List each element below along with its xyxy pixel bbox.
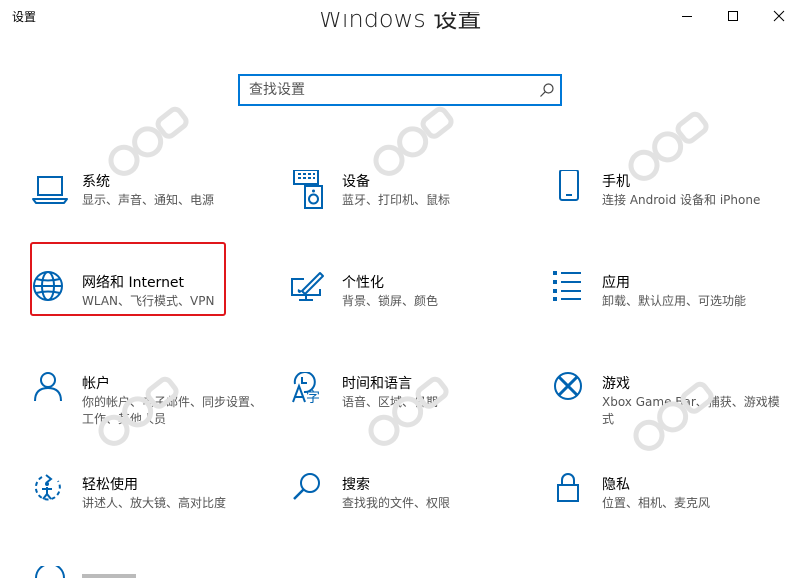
tile-description: 卸载、默认应用、可选功能: [602, 294, 747, 308]
tile-title: 搜索: [342, 477, 370, 493]
tile-title: 应用: [602, 275, 630, 291]
tile-description: 显示、声音、通知、电源: [82, 193, 215, 207]
tile-description: Xbox Game Bar、捕获、游戏模式: [602, 395, 780, 426]
devices-icon: [293, 170, 323, 209]
settings-tile-time-language[interactable]: 字 时间和语言 语音、区域、日期: [290, 372, 530, 442]
settings-tile-apps[interactable]: 应用 卸载、默认应用、可选功能: [550, 271, 790, 341]
time-language-icon: 字: [292, 372, 320, 406]
tile-title: 个性化: [342, 275, 384, 291]
tile-description: 背景、锁屏、颜色: [342, 294, 439, 308]
tile-title: 手机: [602, 174, 630, 190]
tile-title: 游戏: [602, 376, 630, 392]
tile-description: 你的帐户、电子邮件、同步设置、工作、其他人员: [82, 395, 263, 426]
settings-tile-search[interactable]: 搜索 查找我的文件、权限: [290, 473, 530, 543]
ease-of-access-icon: [34, 474, 61, 501]
settings-tile-privacy[interactable]: 隐私 位置、相机、麦克风: [550, 473, 790, 543]
settings-tile-personalization[interactable]: 个性化 背景、锁屏、颜色: [290, 271, 530, 341]
partial-tile-title: [82, 566, 142, 586]
svg-text:字: 字: [306, 390, 320, 406]
search-icon: [293, 473, 320, 500]
tile-title: 隐私: [602, 477, 630, 493]
settings-tile-phone[interactable]: 手机 连接 Android 设备和 iPhone: [550, 170, 790, 240]
tile-title: 轻松使用: [82, 477, 138, 493]
settings-tile-accounts[interactable]: 帐户 你的帐户、电子邮件、同步设置、工作、其他人员: [30, 372, 270, 442]
settings-tile-devices[interactable]: 设备 蓝牙、打印机、鼠标: [290, 170, 530, 240]
page-heading: Windows 设置: [0, 12, 800, 38]
tile-description: 讲述人、放大镜、高对比度: [82, 496, 227, 510]
settings-tile-ease-of-access[interactable]: 轻松使用 讲述人、放大镜、高对比度: [30, 473, 270, 543]
page-heading-text: Windows 设置: [318, 12, 482, 33]
person-icon: [34, 372, 62, 402]
xbox-icon: [554, 372, 582, 400]
tile-title: 时间和语言: [342, 376, 412, 392]
personalization-icon: [291, 272, 324, 301]
settings-tile-gaming[interactable]: 游戏 Xbox Game Bar、捕获、游戏模式: [550, 372, 790, 442]
tile-title: 帐户: [82, 376, 110, 392]
tile-description: 连接 Android 设备和 iPhone: [602, 193, 761, 207]
laptop-icon: [32, 176, 68, 204]
highlight-frame: [30, 242, 226, 316]
tile-description: 语音、区域、日期: [342, 395, 439, 409]
tile-description: 位置、相机、麦克风: [602, 496, 711, 510]
tile-description: 蓝牙、打印机、鼠标: [342, 193, 451, 207]
tile-title: 设备: [342, 174, 370, 190]
tile-description: 查找我的文件、权限: [342, 496, 451, 510]
settings-tile-system[interactable]: 系统 显示、声音、通知、电源: [30, 170, 270, 240]
magnifier-icon[interactable]: [539, 82, 555, 98]
partial-tile-icon: [35, 566, 65, 579]
apps-list-icon: [553, 271, 581, 301]
search-input[interactable]: [249, 80, 529, 100]
lock-icon: [557, 473, 579, 502]
tile-title: 系统: [82, 174, 110, 190]
search-box[interactable]: [238, 74, 562, 106]
phone-icon: [559, 170, 579, 201]
